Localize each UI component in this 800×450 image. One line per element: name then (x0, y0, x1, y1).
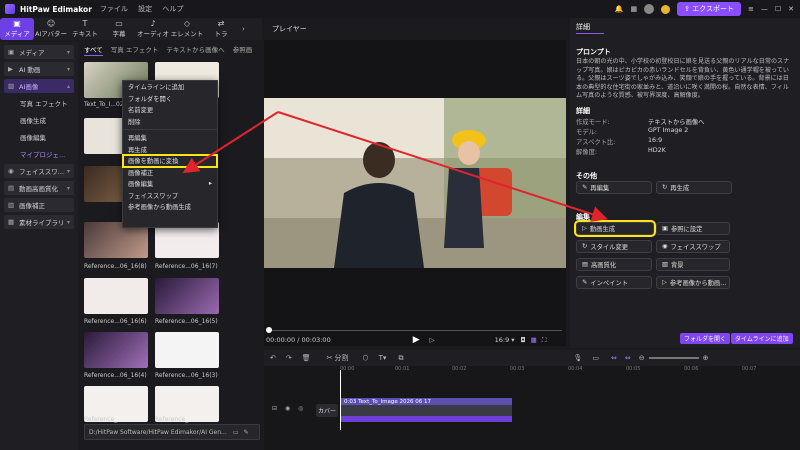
annotation-arrows (182, 111, 608, 222)
arrow-to-menu (182, 111, 279, 174)
arrow-to-generate (277, 111, 608, 222)
